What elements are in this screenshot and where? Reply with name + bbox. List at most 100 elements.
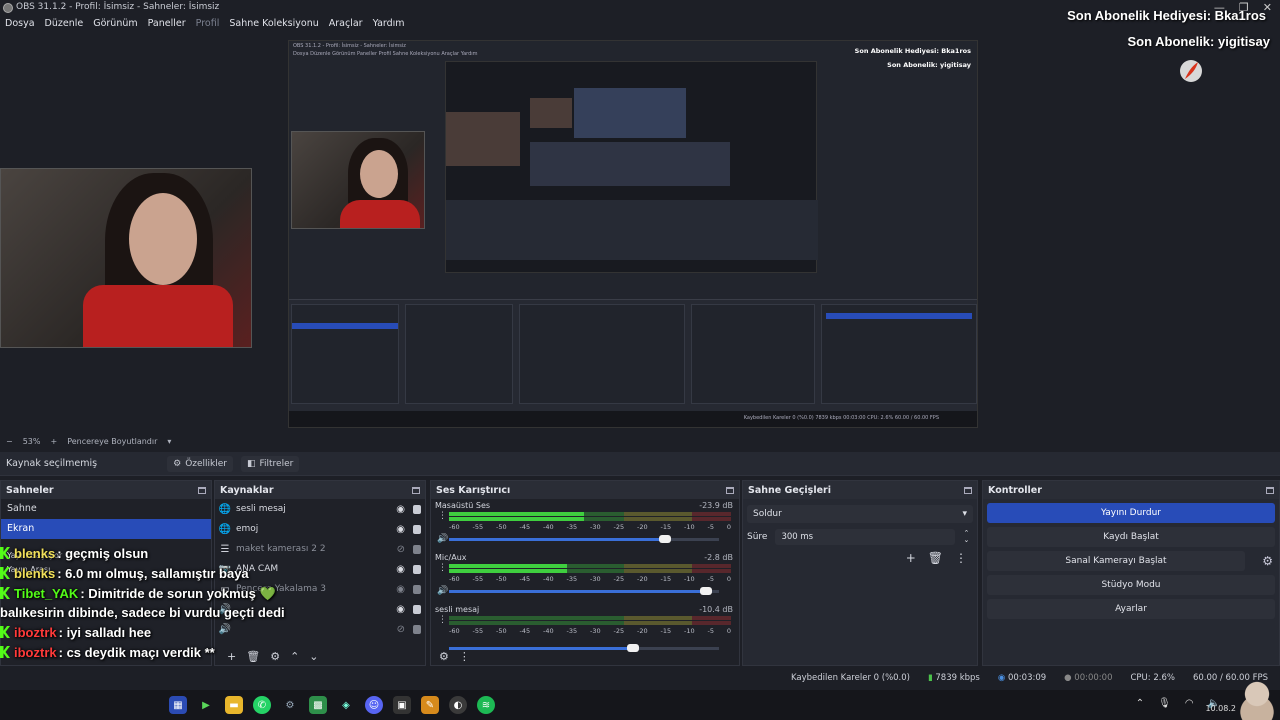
volume-slider[interactable] <box>449 535 719 543</box>
undock-icon[interactable] <box>964 486 972 494</box>
meter-tick-label: -60 <box>449 523 460 531</box>
mixer-footer: ⚙ ⋮ <box>431 647 470 665</box>
trash-icon[interactable]: 🗑 <box>928 551 943 565</box>
network-icon[interactable]: ◈ <box>337 696 355 714</box>
meter-tick-label: -40 <box>543 627 554 635</box>
menu-file[interactable]: Dosya <box>0 16 40 32</box>
gear-icon[interactable]: ⚙ <box>1262 554 1273 568</box>
folder-icon[interactable]: ▬ <box>225 696 243 714</box>
chat-text: : cs deydik maçı verdik ** <box>58 645 215 660</box>
stop-stream-button[interactable]: Yayını Durdur <box>987 503 1275 523</box>
duration-row: Süre 300 ms ⌃ ⌄ <box>743 529 977 545</box>
fit-to-window-select[interactable]: Pencereye Boyutlandır <box>67 437 157 446</box>
start-virtual-camera-button[interactable]: Sanal Kamerayı Başlat <box>987 551 1245 571</box>
microphone-icon[interactable]: 🎙 <box>1158 698 1171 709</box>
lock-icon[interactable] <box>413 585 421 594</box>
controls-title: Kontroller <box>988 484 1042 496</box>
lock-icon[interactable] <box>413 625 421 634</box>
volume-knob[interactable] <box>699 587 712 595</box>
mixer-title: Ses Karıştırıcı <box>436 484 511 496</box>
add-icon[interactable]: + <box>906 551 916 565</box>
whatsapp-icon[interactable]: ✆ <box>253 696 271 714</box>
filters-button[interactable]: ◧ Filtreler <box>240 455 300 472</box>
chevron-down-icon[interactable]: ▾ <box>167 437 171 446</box>
photos-icon[interactable]: ▦ <box>169 696 187 714</box>
stream-icon: ◉ <box>997 673 1006 683</box>
start-recording-button[interactable]: Kaydı Başlat <box>987 527 1275 547</box>
meter-tick-label: -55 <box>472 575 484 583</box>
more-options-icon[interactable]: ⋮ <box>438 616 447 625</box>
duration-input[interactable]: 300 ms <box>775 529 956 545</box>
eye-hidden-icon[interactable]: ⊘ <box>397 544 405 555</box>
lock-icon[interactable] <box>413 545 421 554</box>
gear-icon[interactable]: ⚙ <box>439 650 449 663</box>
zoom-out-icon[interactable]: − <box>6 437 13 446</box>
nested-preview <box>445 61 818 273</box>
scene-item[interactable]: Sahne <box>1 499 211 519</box>
meter-level <box>449 512 585 516</box>
menu-scene-collection[interactable]: Sahne Koleksiyonu <box>224 16 323 32</box>
lock-icon[interactable] <box>413 605 421 614</box>
volume-knob[interactable] <box>626 644 639 652</box>
more-options-icon[interactable]: ⋮ <box>438 512 447 521</box>
menu-edit[interactable]: Düzenle <box>40 16 89 32</box>
controls-body: Yayını Durdur Kaydı Başlat Sanal Kameray… <box>983 499 1279 665</box>
wifi-icon[interactable]: ◠ <box>1185 698 1194 709</box>
menu-tools[interactable]: Araçlar <box>324 16 368 32</box>
eye-icon[interactable]: ◉ <box>396 564 405 575</box>
meter-tick-label: 0 <box>726 523 731 531</box>
volume-slider[interactable] <box>449 587 719 595</box>
spin-arrows-icon[interactable]: ⌃ ⌄ <box>963 530 969 544</box>
eye-icon[interactable]: ◉ <box>396 524 405 535</box>
eye-icon[interactable]: ◉ <box>396 504 405 515</box>
settings-app-icon[interactable]: ⚙ <box>281 696 299 714</box>
play-icon[interactable]: ▶ <box>197 696 215 714</box>
scenes-title-bar: Sahneler <box>1 481 211 499</box>
editor-icon[interactable]: ✎ <box>421 696 439 714</box>
preview-canvas[interactable]: OBS 31.1.2 - Profil: İsimsiz - Sahneler:… <box>288 40 978 428</box>
transition-select[interactable]: Soldur ▾ <box>747 505 973 523</box>
menu-docks[interactable]: Paneller <box>143 16 191 32</box>
spotify-icon[interactable]: ≋ <box>477 696 495 714</box>
eye-icon[interactable]: ◉ <box>396 584 405 595</box>
more-options-icon[interactable]: ⋮ <box>438 564 447 573</box>
undock-icon[interactable] <box>412 486 420 494</box>
excel-icon[interactable]: ▩ <box>309 696 327 714</box>
meter-tick-label: -10 <box>684 575 695 583</box>
settings-button[interactable]: Ayarlar <box>987 599 1275 619</box>
zoom-in-icon[interactable]: + <box>50 437 57 446</box>
studio-mode-button[interactable]: Stüdyo Modu <box>987 575 1275 595</box>
speaker-icon[interactable]: 🔊 <box>437 534 448 544</box>
undock-icon[interactable] <box>1266 486 1274 494</box>
menu-help[interactable]: Yardım <box>368 16 410 32</box>
preview-area[interactable]: OBS 31.1.2 - Profil: İsimsiz - Sahneler:… <box>0 36 1280 432</box>
menu-view[interactable]: Görünüm <box>88 16 142 32</box>
discord-icon[interactable]: ☺ <box>365 696 383 714</box>
lock-icon[interactable] <box>413 565 421 574</box>
meter-tick-label: -10 <box>684 627 695 635</box>
eye-hidden-icon[interactable]: ⊘ <box>397 624 405 635</box>
lock-icon[interactable] <box>413 525 421 534</box>
more-options-icon[interactable]: ⋮ <box>955 551 967 565</box>
source-item[interactable]: 🌐 emoj ◉ <box>215 519 425 539</box>
chevron-up-icon[interactable]: ⌃ <box>1136 698 1144 709</box>
channel-db: -23.9 dB <box>699 501 733 510</box>
terminal-icon[interactable]: ▣ <box>393 696 411 714</box>
undock-icon[interactable] <box>726 486 734 494</box>
volume-knob[interactable] <box>659 535 671 543</box>
chat-text: balıkesirin dibinde, sadece bi vurdu geç… <box>0 605 285 620</box>
no-source-selected: Kaynak seçilmemiş <box>6 458 98 469</box>
obs-taskbar-icon[interactable]: ◐ <box>449 696 467 714</box>
meter-tick-label: -30 <box>590 523 601 531</box>
speaker-icon[interactable]: 🔊 <box>437 586 448 596</box>
properties-button[interactable]: ⚙ Özellikler <box>167 455 233 472</box>
volume-slider[interactable] <box>449 644 719 652</box>
scene-item-selected[interactable]: Ekran <box>1 519 211 539</box>
eye-icon[interactable]: ◉ <box>396 604 405 615</box>
menu-profile[interactable]: Profil <box>191 16 225 32</box>
undock-icon[interactable] <box>198 486 206 494</box>
more-options-icon[interactable]: ⋮ <box>459 650 470 663</box>
lock-icon[interactable] <box>413 505 421 514</box>
source-label: sesli mesaj <box>236 504 286 514</box>
source-item[interactable]: 🌐 sesli mesaj ◉ <box>215 499 425 519</box>
